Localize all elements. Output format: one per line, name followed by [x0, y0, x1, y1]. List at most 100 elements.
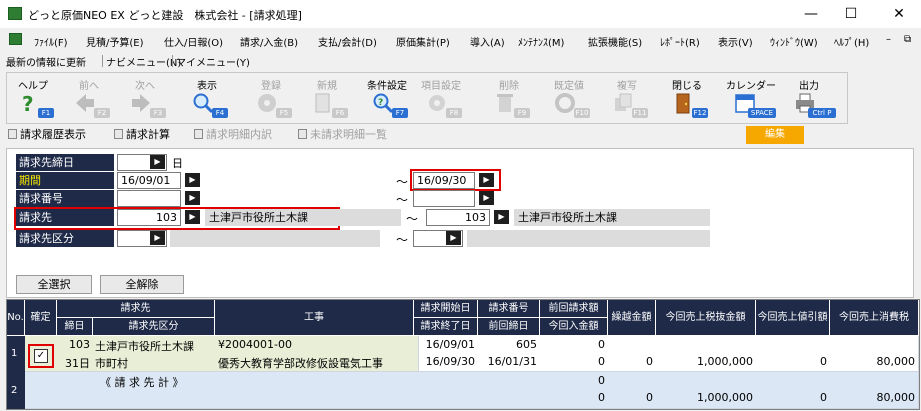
menu-cost[interactable]: 原価集計(P) [396, 34, 450, 49]
menu-view[interactable]: 表示(V) [718, 34, 753, 49]
display-button[interactable]: 表示 F4 [184, 74, 230, 122]
tab-billing-detail[interactable]: 請求明細内訳 [194, 126, 272, 142]
delete-label: 削除 [499, 81, 519, 92]
menu-help[interactable]: ﾍﾙﾌﾟ(H) [834, 34, 869, 49]
clear-all-button[interactable]: 全解除 [100, 275, 184, 294]
edit-button[interactable]: 編集 [746, 126, 804, 144]
carry-over-amount: 0 [646, 355, 653, 368]
menu-purchase[interactable]: 仕入/日報(O) [164, 34, 223, 49]
mdi-restore-button[interactable]: ⧉ [904, 34, 911, 45]
copy-button[interactable]: 複写 F11 [604, 74, 650, 122]
column-header-no: No. [7, 300, 25, 336]
tab-billing-detail-label: 請求明細内訳 [206, 128, 272, 141]
work-code: ¥2004001-00 [218, 338, 292, 351]
column-header-sales-ex-tax: 今回売上税抜金額 [656, 300, 756, 336]
billing-number-from-picker-button[interactable]: ▶ [185, 191, 200, 205]
navi-menu-link[interactable]: ナビメニュー(N) [106, 54, 181, 69]
tab-billing-history-label: 請求履歴表示 [20, 128, 86, 141]
trash-icon [497, 94, 513, 112]
this-received-amount: 0 [598, 355, 605, 368]
client-class-to-picker-button[interactable]: ▶ [446, 231, 461, 245]
new-button[interactable]: 新規 F6 [304, 74, 350, 122]
select-all-button[interactable]: 全選択 [16, 275, 92, 294]
total-this-received: 0 [598, 391, 605, 404]
default-value-label: 既定値 [554, 81, 584, 92]
billing-number: 605 [516, 338, 537, 351]
column-header-work: 工事 [215, 300, 414, 336]
client-label: 請求先 [16, 209, 114, 227]
refresh-link[interactable]: 最新の情報に更新 [6, 54, 86, 69]
close-window-label: 閉じる [672, 81, 702, 92]
column-header-prev-amount: 前回請求額 [540, 300, 608, 318]
closing-day-label: 請求先締日 [16, 154, 114, 172]
total-sales-ex-tax: 1,000,000 [697, 391, 753, 404]
billing-number-label: 請求番号 [16, 190, 114, 208]
column-header-client: 請求先 [57, 300, 215, 318]
condition-settings-label: 条件設定 [367, 81, 407, 92]
minimize-button[interactable]: — [796, 4, 826, 24]
client-to-picker-button[interactable]: ▶ [494, 210, 509, 224]
gear-icon [429, 95, 445, 111]
menu-maintenance[interactable]: ﾒﾝﾃﾅﾝｽ(M) [518, 34, 564, 49]
total-discount: 0 [820, 391, 827, 404]
column-header-end-date: 請求終了日 [414, 318, 478, 336]
column-header-billing-number: 請求番号 [478, 300, 540, 318]
register-button[interactable]: 登録 F5 [248, 74, 294, 122]
svg-text:?: ? [378, 98, 383, 108]
billing-number-to-picker-button[interactable]: ▶ [479, 191, 494, 205]
next-button[interactable]: 次へ F3 [122, 74, 168, 122]
calendar-button[interactable]: カレンダー SPACE [726, 74, 776, 122]
help-button[interactable]: ヘルプ ? F1 [10, 74, 56, 122]
previous-button[interactable]: 前へ F2 [66, 74, 112, 122]
menu-file[interactable]: ﾌｧｲﾙ(F) [34, 34, 68, 49]
maximize-button[interactable]: ☐ [836, 4, 866, 24]
output-button[interactable]: 出力 Ctrl P [786, 74, 836, 122]
billing-number-from-input[interactable] [117, 190, 181, 207]
new-label: 新規 [317, 81, 337, 92]
client-class-from-picker-button[interactable]: ▶ [150, 231, 165, 245]
close-button[interactable]: ✕ [884, 4, 914, 24]
close-window-button[interactable]: 閉じる F12 [664, 74, 710, 122]
client-class-label: 請求先区分 [16, 230, 114, 248]
column-header-client-class: 請求先区分 [93, 318, 215, 336]
column-header-prev-closing: 前回締日 [478, 318, 540, 336]
mdi-minimize-button[interactable]: – [886, 34, 891, 45]
delete-button[interactable]: 削除 F9 [486, 74, 532, 122]
period-from-picker-button[interactable]: ▶ [185, 173, 200, 187]
menu-billing[interactable]: 請求/入金(B) [240, 34, 298, 49]
menu-payment[interactable]: 支払/会計(D) [318, 34, 377, 49]
tab-unbilled-list[interactable]: 未請求明細一覧 [298, 126, 387, 142]
client-name: 土津戸市役所土木課 [95, 340, 194, 353]
period-to-picker-button[interactable]: ▶ [479, 173, 494, 187]
calendar-label: カレンダー [726, 81, 776, 92]
client-class-from-name [170, 230, 380, 247]
confirm-checkbox[interactable]: ✓ [34, 349, 48, 363]
previous-closing-date: 16/01/31 [487, 355, 537, 368]
default-value-button[interactable]: 既定値 F10 [546, 74, 592, 122]
copy-label: 複写 [617, 81, 637, 92]
menu-report[interactable]: ﾚﾎﾟｰﾄ(R) [660, 34, 700, 49]
menu-setup[interactable]: 導入(A) [470, 34, 505, 49]
billing-number-to-input[interactable] [413, 190, 475, 207]
my-menu-link[interactable]: マイメニュー(Y) [176, 54, 250, 69]
client-from-name: 土津戸市役所土木課 [205, 209, 401, 226]
copy-icon [615, 93, 632, 111]
menu-extensions[interactable]: 拡張機能(S) [588, 34, 642, 49]
period-from-input[interactable]: 16/09/01 [117, 172, 181, 189]
tab-billing-calculation-label: 請求計算 [126, 128, 170, 141]
f7-key-badge: F7 [392, 108, 408, 118]
client-to-code-input[interactable]: 103 [426, 209, 490, 226]
door-icon [676, 93, 690, 114]
closing-day-picker-button[interactable]: ▶ [150, 155, 165, 169]
condition-settings-button[interactable]: 条件設定 ? F7 [364, 74, 410, 122]
menu-window[interactable]: ｳｨﾝﾄﾞｳ(W) [770, 34, 818, 49]
menu-estimate[interactable]: 見積/予算(E) [86, 34, 144, 49]
item-settings-button[interactable]: 項目設定 F8 [418, 74, 464, 122]
tab-billing-calculation[interactable]: 請求計算 [114, 126, 170, 142]
tab-billing-history[interactable]: 請求履歴表示 [8, 126, 86, 142]
client-from-picker-button[interactable]: ▶ [185, 210, 200, 224]
period-to-input[interactable]: 16/09/30 [413, 172, 475, 189]
client-from-code-input[interactable]: 103 [117, 209, 181, 226]
app-icon [8, 7, 22, 20]
ctrl-p-key-badge: Ctrl P [808, 108, 836, 118]
